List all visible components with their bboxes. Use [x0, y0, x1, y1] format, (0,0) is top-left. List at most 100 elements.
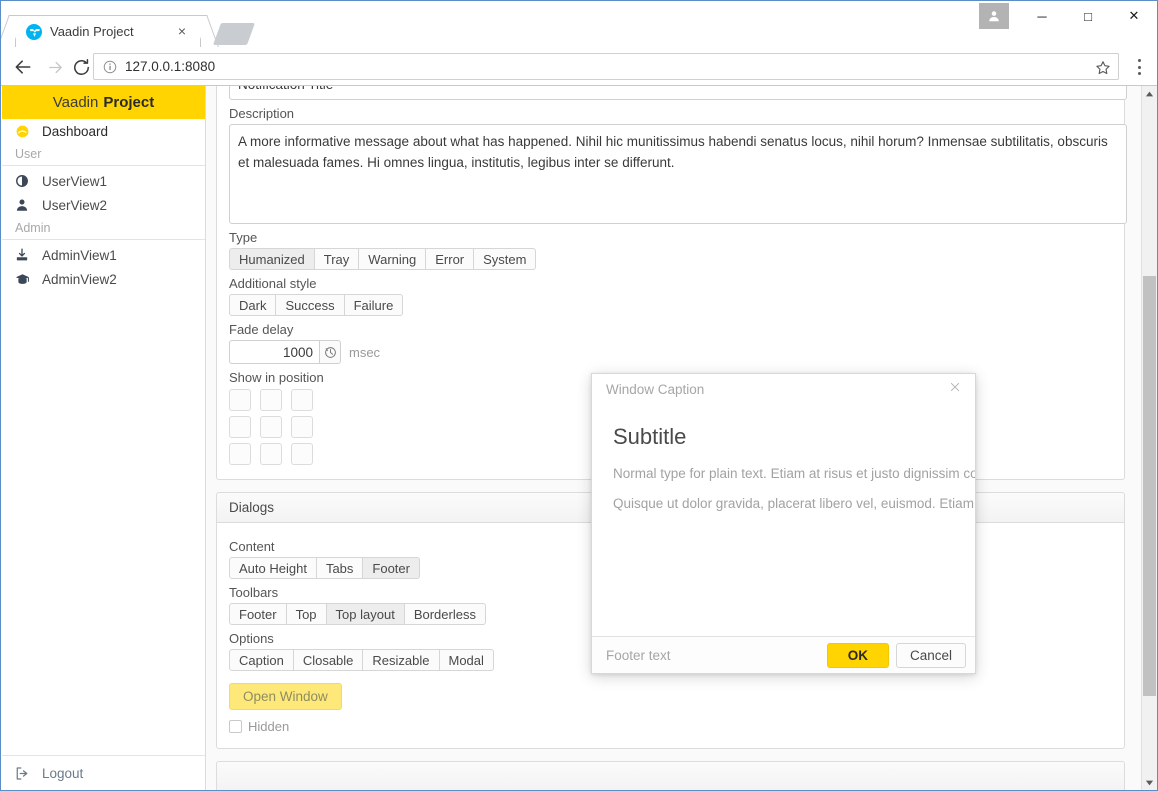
hidden-checkbox-row: Hidden [229, 719, 1112, 734]
browser-window: Vaadin Project × ─ □ ✕ 127.0.0.1:8080 Va… [0, 0, 1158, 791]
open-window-button[interactable]: Open Window [229, 683, 342, 710]
toolbar-option-top[interactable]: Top [286, 603, 327, 625]
profile-avatar-icon[interactable] [979, 3, 1009, 29]
modal-ok-button[interactable]: OK [826, 642, 889, 668]
sidebar-item-userview2[interactable]: UserView2 [2, 193, 205, 217]
position-cell-middle-center[interactable] [260, 416, 282, 438]
dashboard-icon [15, 123, 35, 139]
scrollbar-down-arrow-icon[interactable] [1142, 775, 1157, 790]
style-option-success[interactable]: Success [276, 294, 345, 316]
content-option-auto-height[interactable]: Auto Height [229, 557, 317, 579]
position-cell-middle-left[interactable] [229, 416, 251, 438]
position-cell-middle-right[interactable] [291, 416, 313, 438]
type-option-error[interactable]: Error [426, 248, 475, 270]
fade-delay-unit: msec [349, 344, 381, 360]
modal-footer: Footer text OK Cancel [592, 636, 975, 673]
type-option-humanized[interactable]: Humanized [229, 248, 315, 270]
scrollbar-up-arrow-icon[interactable] [1142, 86, 1157, 102]
main-content: Notification Title Description A more in… [206, 86, 1157, 790]
option-resizable[interactable]: Resizable [363, 649, 440, 671]
description-textarea[interactable]: A more informative message about what ha… [229, 124, 1127, 224]
page-info-icon[interactable] [102, 59, 118, 75]
option-caption[interactable]: Caption [229, 649, 294, 671]
position-cell-top-center[interactable] [260, 389, 282, 411]
style-option-dark[interactable]: Dark [229, 294, 277, 316]
position-cell-top-right[interactable] [291, 389, 313, 411]
page-viewport: Vaadin Project Dashboard User UserView1 … [2, 86, 1157, 790]
sidebar-item-label: UserView2 [42, 197, 108, 213]
type-button-group: Humanized Tray Warning Error System [229, 248, 537, 270]
chrome-menu-icon[interactable] [1129, 57, 1149, 77]
sidebar-item-adminview2[interactable]: AdminView2 [2, 267, 205, 291]
window-maximize-button[interactable]: □ [1065, 1, 1111, 31]
hidden-checkbox[interactable] [229, 720, 242, 733]
brand-name-bold: Project [103, 94, 155, 111]
style-option-failure[interactable]: Failure [344, 294, 404, 316]
window-minimize-button[interactable]: ─ [1019, 1, 1065, 31]
browser-tab-vaadin-project[interactable]: Vaadin Project × [15, 15, 201, 47]
tooltips-panel-header [217, 762, 1124, 790]
address-bar-url: 127.0.0.1:8080 [125, 59, 216, 74]
browser-titlebar: Vaadin Project × ─ □ ✕ [1, 1, 1157, 47]
sidebar-item-label: AdminView1 [42, 247, 117, 263]
window-close-button[interactable]: ✕ [1111, 1, 1157, 31]
additional-style-label: Additional style [229, 276, 317, 291]
clock-counterclockwise-icon[interactable] [319, 340, 341, 364]
app-sidebar: Vaadin Project Dashboard User UserView1 … [2, 86, 206, 790]
new-tab-button[interactable] [212, 23, 256, 45]
modal-content: Subtitle Normal type for plain text. Eti… [592, 404, 975, 644]
option-closable[interactable]: Closable [293, 649, 364, 671]
type-option-system[interactable]: System [474, 248, 537, 270]
modal-paragraph-2: Quisque ut dolor gravida, placerat liber… [613, 496, 975, 511]
back-arrow-icon[interactable] [9, 53, 37, 81]
bookmark-star-icon[interactable] [1094, 59, 1112, 77]
download-box-icon [15, 247, 35, 263]
position-cell-bottom-left[interactable] [229, 443, 251, 465]
position-cell-bottom-center[interactable] [260, 443, 282, 465]
tab-close-icon[interactable]: × [174, 24, 190, 40]
reload-icon[interactable] [67, 53, 95, 81]
modal-window: Window Caption Subtitle Normal type for … [591, 373, 976, 674]
toolbar-option-borderless[interactable]: Borderless [404, 603, 486, 625]
sidebar-item-label: AdminView2 [42, 271, 117, 287]
position-cell-top-left[interactable] [229, 389, 251, 411]
scrollbar-thumb[interactable] [1143, 276, 1156, 696]
modal-paragraph-1: Normal type for plain text. Etiam at ris… [613, 466, 975, 481]
description-label: Description [229, 106, 295, 121]
additional-style-button-group: Dark Success Failure [229, 294, 404, 316]
sidebar-item-userview1[interactable]: UserView1 [2, 169, 205, 193]
forward-arrow-icon [41, 53, 69, 81]
brand-name-light: Vaadin [52, 94, 99, 111]
toolbar-option-top-layout[interactable]: Top layout [326, 603, 405, 625]
sidebar-item-dashboard[interactable]: Dashboard [2, 119, 205, 143]
toolbars-button-group: Footer Top Top layout Borderless [229, 603, 486, 625]
type-label: Type [229, 230, 258, 245]
close-icon[interactable] [947, 380, 963, 396]
option-modal[interactable]: Modal [439, 649, 494, 671]
fade-delay-input[interactable]: 1000 [229, 340, 319, 364]
tooltips-panel [216, 761, 1125, 790]
sidebar-item-adminview1[interactable]: AdminView1 [2, 243, 205, 267]
page-scrollbar[interactable] [1141, 86, 1157, 790]
modal-subtitle: Subtitle [613, 424, 687, 449]
user-icon [15, 197, 35, 213]
position-cell-bottom-right[interactable] [291, 443, 313, 465]
sidebar-item-label: UserView1 [42, 173, 108, 189]
vaadin-logo-icon [26, 24, 42, 40]
contrast-circle-icon [15, 173, 35, 189]
notification-title-input[interactable]: Notification Title [229, 86, 1127, 100]
modal-cancel-button[interactable]: Cancel [895, 642, 966, 668]
content-option-footer[interactable]: Footer [363, 557, 420, 579]
logout-button[interactable]: Logout [2, 755, 205, 790]
graduation-cap-icon [15, 271, 35, 287]
type-option-warning[interactable]: Warning [359, 248, 427, 270]
sign-out-icon [15, 766, 35, 781]
dialog-options-button-group: Caption Closable Resizable Modal [229, 649, 494, 671]
content-option-tabs[interactable]: Tabs [316, 557, 364, 579]
hidden-checkbox-label: Hidden [248, 719, 290, 734]
type-option-tray[interactable]: Tray [314, 248, 360, 270]
sidebar-item-label: Dashboard [42, 123, 109, 139]
toolbar-option-footer[interactable]: Footer [229, 603, 287, 625]
address-bar[interactable]: 127.0.0.1:8080 [93, 53, 1119, 80]
modal-caption[interactable]: Window Caption [592, 374, 975, 404]
